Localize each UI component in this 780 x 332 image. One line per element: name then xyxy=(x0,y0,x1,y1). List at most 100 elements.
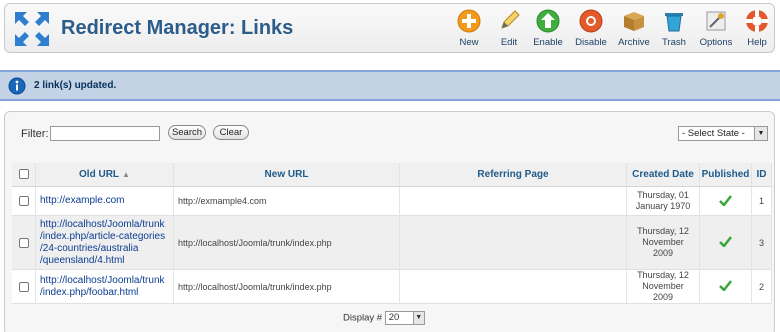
links-table: Old URL ▲ New URL Referring Page Created … xyxy=(12,163,772,304)
disable-button[interactable]: Disable xyxy=(570,8,612,52)
old-url-line: http://localhost/Joomla/trunk xyxy=(40,274,165,286)
old-url-header-label: Old URL xyxy=(79,169,120,180)
referring-page-cell xyxy=(400,187,627,216)
filter-input[interactable] xyxy=(50,126,160,141)
row-checkbox-cell xyxy=(12,270,36,304)
list-limit-select[interactable]: 20 ▼ xyxy=(384,311,425,325)
info-icon xyxy=(8,77,26,95)
table-row: http://localhost/Joomla/trunk /index.php… xyxy=(12,270,772,304)
table-row: http://localhost/Joomla/trunk /index.php… xyxy=(12,216,772,270)
sort-ascending-icon: ▲ xyxy=(122,170,130,179)
archive-button[interactable]: Archive xyxy=(613,8,655,52)
old-url-cell: http://localhost/Joomla/trunk /index.php… xyxy=(36,270,174,304)
edit-icon xyxy=(501,10,520,29)
row-checkbox-cell xyxy=(12,216,36,270)
page-title: Redirect Manager: Links xyxy=(61,17,294,39)
redirect-arrows-icon xyxy=(15,12,49,46)
new-url-cell: http://localhost/Joomla/trunk/index.php xyxy=(174,270,400,304)
referring-page-cell xyxy=(400,216,627,270)
old-url-link[interactable]: http://localhost/Joomla/trunk /index.php… xyxy=(40,275,165,298)
filter-label: Filter: xyxy=(21,128,49,140)
row-checkbox-cell xyxy=(12,187,36,216)
column-header-id[interactable]: ID xyxy=(752,163,772,187)
referring-page-cell xyxy=(400,270,627,304)
enable-label: Enable xyxy=(533,37,563,48)
new-url-cell: http://localhost/Joomla/trunk/index.php xyxy=(174,216,400,270)
state-select-value: - Select State - xyxy=(682,128,745,139)
old-url-line: /24-countries/australia xyxy=(40,242,139,254)
published-check-icon[interactable] xyxy=(719,194,732,207)
row-checkbox[interactable] xyxy=(18,281,29,292)
list-limit-value: 20 xyxy=(388,312,400,323)
date-line: November 2009 xyxy=(642,281,684,302)
row-checkbox[interactable] xyxy=(18,237,29,248)
options-button[interactable]: Options xyxy=(695,8,737,52)
links-panel: Filter: Search Clear - Select State - ▼ … xyxy=(4,111,775,332)
pagination: Display # 20 ▼ xyxy=(343,311,425,325)
id-cell: 1 xyxy=(752,187,772,216)
trash-icon xyxy=(665,13,683,32)
column-header-published[interactable]: Published xyxy=(700,163,752,187)
old-url-cell: http://localhost/Joomla/trunk /index.php… xyxy=(36,216,174,270)
disable-label: Disable xyxy=(575,37,607,48)
help-label: Help xyxy=(747,37,767,48)
published-cell xyxy=(700,270,752,304)
message-text: 2 link(s) updated. xyxy=(34,80,117,91)
old-url-cell: http://example.com xyxy=(36,187,174,216)
edit-label: Edit xyxy=(500,37,518,48)
created-date-cell: Thursday, 12 November 2009 xyxy=(627,216,700,270)
date-line: Thursday, 12 xyxy=(637,270,689,280)
date-line: Thursday, 12 xyxy=(637,226,689,236)
row-checkbox[interactable] xyxy=(18,196,29,207)
disable-icon xyxy=(579,9,603,33)
column-header-new-url[interactable]: New URL xyxy=(174,163,400,187)
toolbar: Redirect Manager: Links New Edit Enable … xyxy=(4,3,775,53)
archive-icon xyxy=(624,12,644,31)
help-button[interactable]: Help xyxy=(736,8,778,52)
created-date-cell: Thursday, 01 January 1970 xyxy=(627,187,700,216)
published-cell xyxy=(700,187,752,216)
select-all-checkbox[interactable] xyxy=(18,169,29,180)
date-line: Thursday, 01 xyxy=(637,190,689,200)
published-cell xyxy=(700,216,752,270)
enable-icon xyxy=(536,9,560,33)
chevron-down-icon: ▼ xyxy=(412,312,424,324)
search-button[interactable]: Search xyxy=(168,125,206,140)
options-label: Options xyxy=(699,37,733,48)
published-check-icon[interactable] xyxy=(719,236,732,248)
options-icon xyxy=(706,11,726,31)
old-url-line: http://localhost/Joomla/trunk xyxy=(40,218,165,230)
archive-label: Archive xyxy=(618,37,650,48)
clear-button[interactable]: Clear xyxy=(213,125,249,140)
enable-button[interactable]: Enable xyxy=(527,8,569,52)
help-icon xyxy=(746,10,768,32)
new-icon xyxy=(457,9,481,33)
column-header-referring-page[interactable]: Referring Page xyxy=(400,163,627,187)
new-button[interactable]: New xyxy=(448,8,490,52)
date-line: November 2009 xyxy=(642,237,684,258)
trash-label: Trash xyxy=(662,37,686,48)
new-label: New xyxy=(459,37,479,48)
state-select[interactable]: - Select State - ▼ xyxy=(678,126,768,141)
published-check-icon[interactable] xyxy=(719,280,732,292)
trash-button[interactable]: Trash xyxy=(653,8,695,52)
column-header-created-date[interactable]: Created Date xyxy=(627,163,700,187)
old-url-line: http://example.com xyxy=(40,195,125,206)
old-url-line: /index.php/article-categories xyxy=(40,230,166,242)
edit-button[interactable]: Edit xyxy=(488,8,530,52)
table-row: http://example.com http://exmample4.com … xyxy=(12,187,772,216)
display-label: Display # xyxy=(343,312,383,324)
chevron-down-icon: ▼ xyxy=(754,127,767,140)
column-header-old-url[interactable]: Old URL ▲ xyxy=(36,163,174,187)
select-all-cell xyxy=(12,163,36,187)
system-message: 2 link(s) updated. xyxy=(0,70,780,101)
id-cell: 3 xyxy=(752,216,772,270)
new-url-cell: http://exmample4.com xyxy=(174,187,400,216)
old-url-link[interactable]: http://example.com xyxy=(40,195,124,206)
id-cell: 2 xyxy=(752,270,772,304)
old-url-line: /index.php/foobar.html xyxy=(40,286,139,298)
old-url-link[interactable]: http://localhost/Joomla/trunk /index.php… xyxy=(40,219,165,266)
old-url-line: /queensland/4.html xyxy=(40,254,125,266)
table-header-row: Old URL ▲ New URL Referring Page Created … xyxy=(12,163,772,187)
created-date-cell: Thursday, 12 November 2009 xyxy=(627,270,700,304)
